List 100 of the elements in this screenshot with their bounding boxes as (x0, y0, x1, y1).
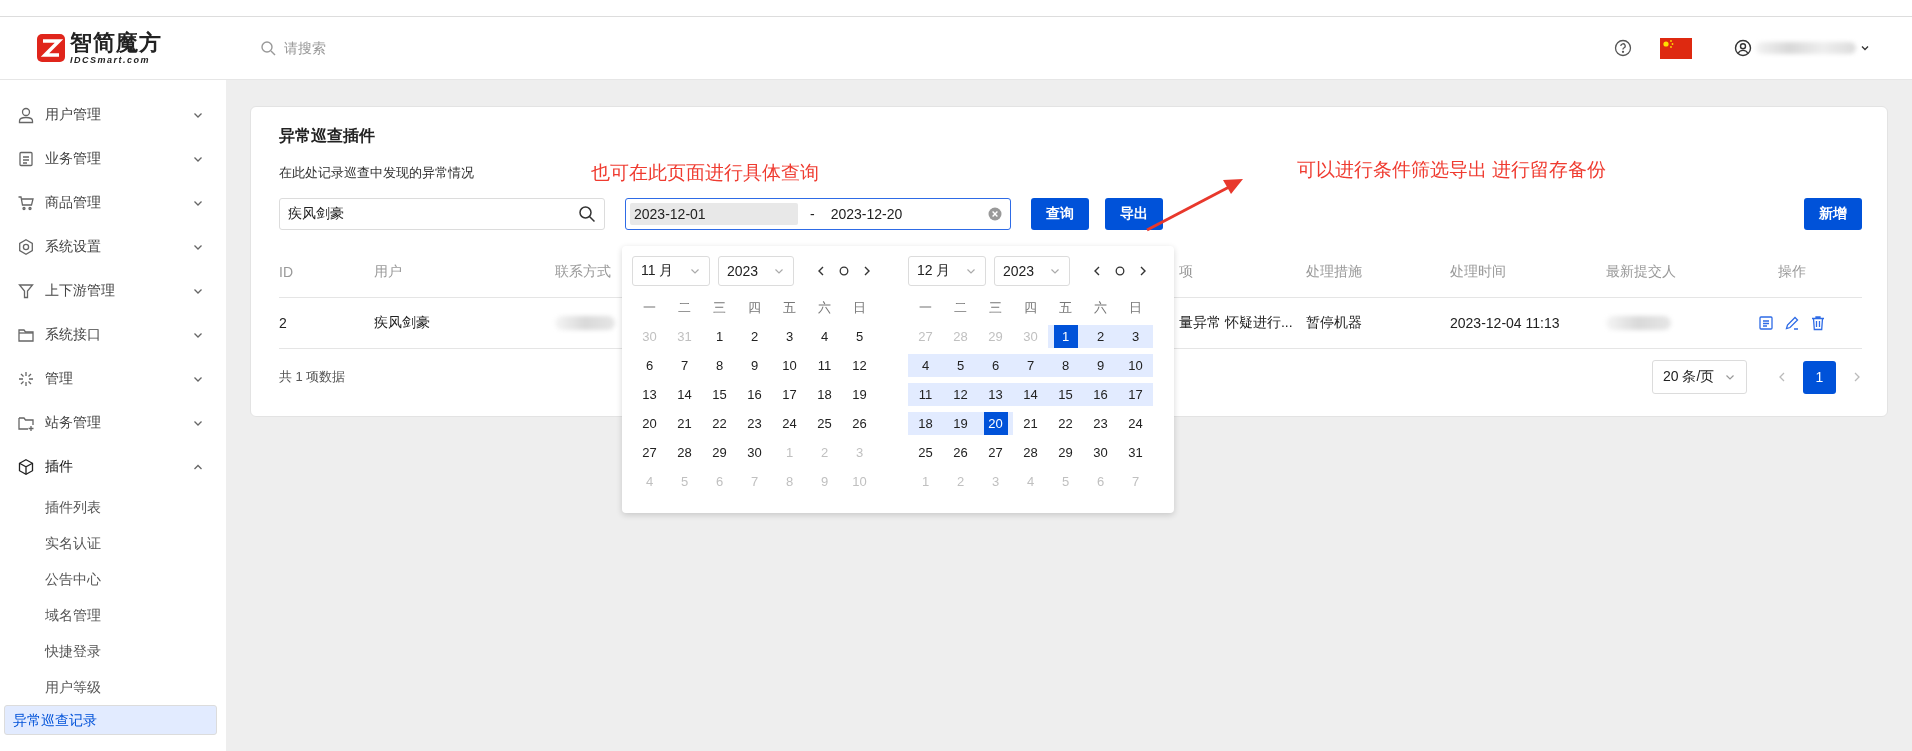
month-select[interactable]: 11 月 (632, 256, 710, 286)
sidebar-item[interactable]: 用户管理 (0, 93, 226, 137)
calendar-day[interactable]: 11 (807, 354, 842, 377)
page-size-select[interactable]: 20 条/页 (1652, 360, 1747, 394)
calendar-day[interactable]: 29 (1048, 441, 1083, 464)
calendar-day[interactable]: 1 (702, 325, 737, 348)
calendar-day[interactable]: 6 (978, 354, 1013, 377)
calendar-day[interactable]: 8 (1048, 354, 1083, 377)
calendar-day[interactable]: 20 (632, 412, 667, 435)
sidebar-subitem[interactable]: 域名管理 (4, 597, 217, 633)
calendar-day[interactable]: 23 (737, 412, 772, 435)
calendar-day[interactable]: 22 (702, 412, 737, 435)
sidebar-item[interactable]: 插件 (0, 445, 226, 489)
year-select[interactable]: 2023 (718, 256, 794, 286)
calendar-day[interactable]: 16 (1083, 383, 1118, 406)
calendar-day[interactable]: 29 (702, 441, 737, 464)
calendar-day[interactable]: 22 (1048, 412, 1083, 435)
user-icon[interactable] (1734, 39, 1752, 57)
calendar-day[interactable]: 15 (1048, 383, 1083, 406)
calendar-day[interactable]: 7 (667, 354, 702, 377)
start-date-field[interactable]: 2023-12-01 (630, 203, 798, 225)
clear-icon[interactable] (988, 207, 1002, 221)
date-range-picker[interactable]: 2023-12-01 - 2023-12-20 (625, 198, 1011, 230)
calendar-day[interactable]: 18 (908, 412, 943, 435)
calendar-day[interactable]: 10 (772, 354, 807, 377)
flag-icon[interactable] (1660, 37, 1692, 59)
calendar-day[interactable]: 3 (772, 325, 807, 348)
calendar-day[interactable]: 8 (702, 354, 737, 377)
sidebar-subitem[interactable]: 异常巡查记录 (4, 705, 217, 735)
sidebar-subitem[interactable]: 快捷登录 (4, 633, 217, 669)
search-field[interactable]: 疾风剑豪 (279, 198, 605, 230)
calendar-day[interactable]: 7 (1013, 354, 1048, 377)
calendar-day[interactable]: 1 (1048, 325, 1083, 348)
sidebar-item[interactable]: 站务管理 (0, 401, 226, 445)
sidebar-subitem[interactable]: 公告中心 (4, 561, 217, 597)
calendar-day[interactable]: 14 (667, 383, 702, 406)
calendar-day[interactable]: 4 (807, 325, 842, 348)
calendar-day[interactable]: 27 (632, 441, 667, 464)
document-icon[interactable] (1758, 315, 1774, 331)
calendar-day[interactable]: 13 (632, 383, 667, 406)
calendar-day[interactable]: 9 (1083, 354, 1118, 377)
calendar-day[interactable]: 30 (737, 441, 772, 464)
calendar-day[interactable]: 28 (1013, 441, 1048, 464)
trash-icon[interactable] (1810, 315, 1826, 331)
calendar-day[interactable]: 9 (737, 354, 772, 377)
page-button[interactable]: 1 (1803, 360, 1836, 394)
calendar-day[interactable]: 21 (667, 412, 702, 435)
calendar-day[interactable]: 26 (842, 412, 877, 435)
calendar-day[interactable]: 12 (943, 383, 978, 406)
calendar-day[interactable]: 28 (667, 441, 702, 464)
sidebar-item[interactable]: 系统接口 (0, 313, 226, 357)
calendar-day[interactable]: 17 (772, 383, 807, 406)
calendar-day[interactable]: 19 (842, 383, 877, 406)
calendar-day[interactable]: 4 (908, 354, 943, 377)
next-month-icon[interactable] (1138, 265, 1148, 277)
calendar-day[interactable]: 26 (943, 441, 978, 464)
edit-icon[interactable] (1784, 315, 1800, 331)
calendar-day[interactable]: 25 (908, 441, 943, 464)
calendar-day[interactable]: 30 (1083, 441, 1118, 464)
calendar-day[interactable]: 12 (842, 354, 877, 377)
end-date-field[interactable]: 2023-12-20 (830, 206, 988, 222)
calendar-day[interactable]: 23 (1083, 412, 1118, 435)
prev-month-icon[interactable] (816, 265, 826, 277)
calendar-day[interactable]: 20 (978, 412, 1013, 435)
calendar-day[interactable]: 13 (978, 383, 1013, 406)
month-select[interactable]: 12 月 (908, 256, 986, 286)
sidebar-item[interactable]: 管理 (0, 357, 226, 401)
next-month-icon[interactable] (862, 265, 872, 277)
calendar-day[interactable]: 10 (1118, 354, 1153, 377)
calendar-day[interactable]: 21 (1013, 412, 1048, 435)
calendar-day[interactable]: 16 (737, 383, 772, 406)
calendar-day[interactable]: 15 (702, 383, 737, 406)
prev-month-icon[interactable] (1092, 265, 1102, 277)
calendar-day[interactable]: 17 (1118, 383, 1153, 406)
caret-icon[interactable] (1860, 43, 1870, 53)
calendar-day[interactable]: 2 (737, 325, 772, 348)
sidebar-item[interactable]: 上下游管理 (0, 269, 226, 313)
sidebar-item[interactable]: 商品管理 (0, 181, 226, 225)
add-button[interactable]: 新增 (1804, 198, 1862, 230)
calendar-day[interactable]: 24 (1118, 412, 1153, 435)
calendar-day[interactable]: 5 (943, 354, 978, 377)
calendar-day[interactable]: 2 (1083, 325, 1118, 348)
sidebar-subitem[interactable]: 插件列表 (4, 489, 217, 525)
help-icon[interactable] (1614, 39, 1632, 57)
query-button[interactable]: 查询 (1031, 198, 1089, 230)
search-icon[interactable] (578, 205, 596, 223)
calendar-day[interactable]: 14 (1013, 383, 1048, 406)
calendar-day[interactable]: 3 (1118, 325, 1153, 348)
sidebar-item[interactable]: 业务管理 (0, 137, 226, 181)
sidebar-subitem[interactable]: 实名认证 (4, 525, 217, 561)
calendar-day[interactable]: 19 (943, 412, 978, 435)
export-button[interactable]: 导出 (1105, 198, 1163, 230)
calendar-day[interactable]: 5 (842, 325, 877, 348)
calendar-day[interactable]: 25 (807, 412, 842, 435)
year-select[interactable]: 2023 (994, 256, 1070, 286)
sidebar-item[interactable]: 系统设置 (0, 225, 226, 269)
sidebar-subitem[interactable]: 用户等级 (4, 669, 217, 705)
calendar-day[interactable]: 27 (978, 441, 1013, 464)
calendar-day[interactable]: 31 (1118, 441, 1153, 464)
calendar-day[interactable]: 24 (772, 412, 807, 435)
